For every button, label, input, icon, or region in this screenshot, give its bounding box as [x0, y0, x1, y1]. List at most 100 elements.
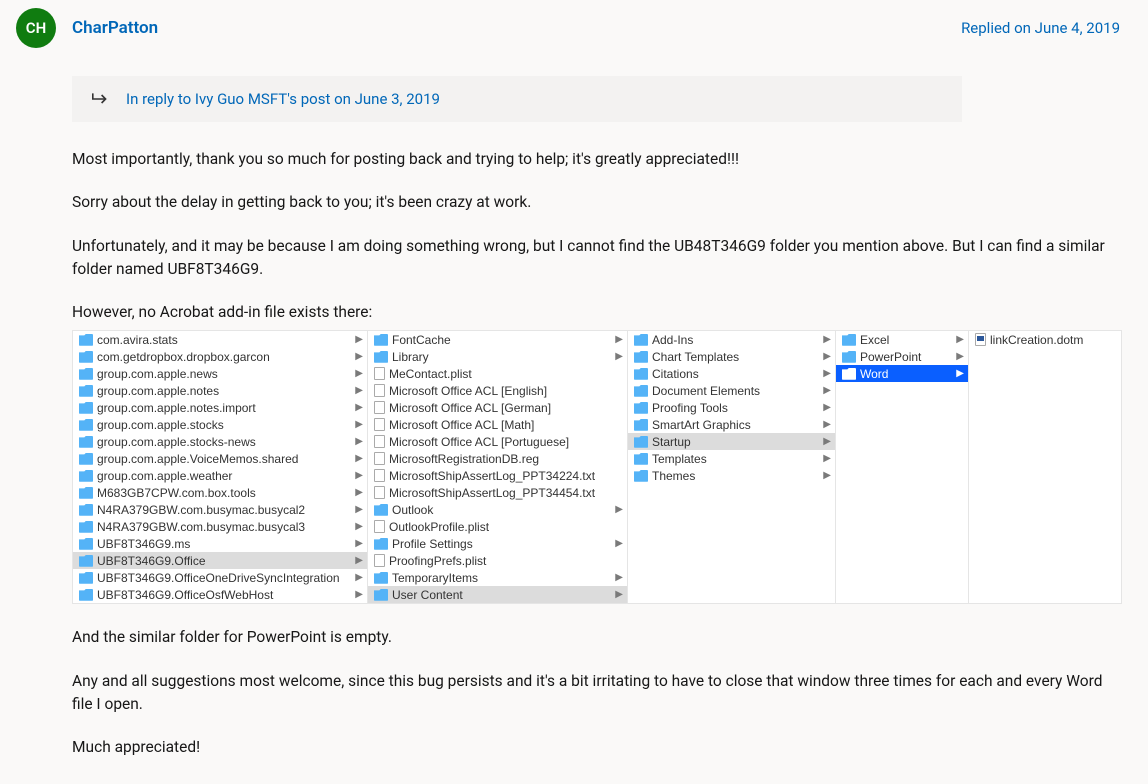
chevron-right-icon: ▶ [355, 351, 363, 362]
in-reply-to-link[interactable]: In reply to Ivy Guo MSFT's post on June … [126, 90, 440, 108]
finder-folder-row[interactable]: FontCache▶ [368, 331, 627, 348]
folder-icon [79, 555, 93, 567]
reply-arrow-icon [90, 91, 110, 107]
chevron-right-icon: ▶ [615, 572, 623, 583]
folder-icon [634, 334, 648, 346]
folder-icon [634, 470, 648, 482]
finder-folder-row[interactable]: Library▶ [368, 348, 627, 365]
folder-icon [79, 334, 93, 346]
finder-file-row[interactable]: linkCreation.dotm [969, 331, 1121, 348]
finder-folder-row[interactable]: group.com.apple.weather▶ [73, 467, 367, 484]
finder-folder-row[interactable]: User Content▶ [368, 586, 627, 603]
item-name: Library [392, 350, 615, 364]
item-name: N4RA379GBW.com.busymac.busycal2 [97, 503, 355, 517]
finder-folder-row[interactable]: N4RA379GBW.com.busymac.busycal2▶ [73, 501, 367, 518]
folder-icon [634, 453, 648, 465]
item-name: MicrosoftShipAssertLog_PPT34224.txt [389, 469, 623, 483]
item-name: PowerPoint [860, 350, 956, 364]
item-name: SmartArt Graphics [652, 418, 823, 432]
finder-file-row[interactable]: Microsoft Office ACL [German] [368, 399, 627, 416]
finder-folder-row[interactable]: Document Elements▶ [628, 382, 835, 399]
item-name: Document Elements [652, 384, 823, 398]
item-name: Excel [860, 333, 956, 347]
finder-folder-row[interactable]: Templates▶ [628, 450, 835, 467]
finder-folder-row[interactable]: Outlook▶ [368, 501, 627, 518]
finder-folder-row[interactable]: Chart Templates▶ [628, 348, 835, 365]
finder-folder-row[interactable]: UBF8T346G9.ms▶ [73, 535, 367, 552]
finder-folder-row[interactable]: group.com.apple.stocks▶ [73, 416, 367, 433]
finder-folder-row[interactable]: Profile Settings▶ [368, 535, 627, 552]
folder-icon [79, 538, 93, 550]
folder-icon [79, 589, 93, 601]
finder-folder-row[interactable]: Themes▶ [628, 467, 835, 484]
forum-reply-post: CH CharPatton Replied on June 4, 2019 In… [0, 0, 1148, 771]
finder-file-row[interactable]: Microsoft Office ACL [Math] [368, 416, 627, 433]
finder-folder-row[interactable]: PowerPoint▶ [836, 348, 968, 365]
finder-folder-row[interactable]: com.getdropbox.dropbox.garcon▶ [73, 348, 367, 365]
finder-file-row[interactable]: MicrosoftRegistrationDB.reg [368, 450, 627, 467]
item-name: TemporaryItems [392, 571, 615, 585]
finder-folder-row[interactable]: Add-Ins▶ [628, 331, 835, 348]
item-name: group.com.apple.stocks [97, 418, 355, 432]
item-name: group.com.apple.news [97, 367, 355, 381]
folder-icon [79, 572, 93, 584]
finder-folder-row[interactable]: com.avira.stats▶ [73, 331, 367, 348]
chevron-right-icon: ▶ [355, 419, 363, 430]
item-name: Outlook [392, 503, 615, 517]
item-name: User Content [392, 588, 615, 602]
item-name: linkCreation.dotm [990, 333, 1117, 347]
chevron-right-icon: ▶ [823, 402, 831, 413]
item-name: ProofingPrefs.plist [389, 554, 623, 568]
item-name: group.com.apple.notes [97, 384, 355, 398]
finder-folder-row[interactable]: group.com.apple.stocks-news▶ [73, 433, 367, 450]
finder-folder-row[interactable]: group.com.apple.notes▶ [73, 382, 367, 399]
finder-folder-row[interactable]: group.com.apple.VoiceMemos.shared▶ [73, 450, 367, 467]
finder-folder-row[interactable]: Excel▶ [836, 331, 968, 348]
folder-icon [79, 521, 93, 533]
in-reply-to-bar[interactable]: In reply to Ivy Guo MSFT's post on June … [72, 76, 962, 122]
finder-file-row[interactable]: MicrosoftShipAssertLog_PPT34454.txt [368, 484, 627, 501]
item-name: com.getdropbox.dropbox.garcon [97, 350, 355, 364]
finder-file-row[interactable]: ProofingPrefs.plist [368, 552, 627, 569]
folder-icon [634, 419, 648, 431]
item-name: Add-Ins [652, 333, 823, 347]
folder-icon [79, 504, 93, 516]
finder-file-row[interactable]: MicrosoftShipAssertLog_PPT34224.txt [368, 467, 627, 484]
file-icon [374, 435, 385, 448]
finder-folder-row[interactable]: UBF8T346G9.OfficeOsfWebHost▶ [73, 586, 367, 603]
finder-folder-row[interactable]: SmartArt Graphics▶ [628, 416, 835, 433]
finder-folder-row[interactable]: TemporaryItems▶ [368, 569, 627, 586]
finder-column-5: linkCreation.dotm [969, 331, 1121, 603]
avatar[interactable]: CH [16, 8, 56, 48]
folder-icon [634, 436, 648, 448]
chevron-right-icon: ▶ [615, 504, 623, 515]
finder-folder-row[interactable]: M683GB7CPW.com.box.tools▶ [73, 484, 367, 501]
item-name: UBF8T346G9.OfficeOneDriveSyncIntegration [97, 571, 355, 585]
finder-folder-row[interactable]: UBF8T346G9.Office▶ [73, 552, 367, 569]
body-paragraph: However, no Acrobat add-in file exists t… [72, 301, 1120, 324]
item-name: group.com.apple.weather [97, 469, 355, 483]
finder-file-row[interactable]: OutlookProfile.plist [368, 518, 627, 535]
chevron-right-icon: ▶ [355, 538, 363, 549]
finder-folder-row[interactable]: group.com.apple.news▶ [73, 365, 367, 382]
finder-folder-row[interactable]: group.com.apple.notes.import▶ [73, 399, 367, 416]
finder-file-row[interactable]: Microsoft Office ACL [Portuguese] [368, 433, 627, 450]
author-link[interactable]: CharPatton [72, 18, 158, 38]
finder-folder-row[interactable]: UBF8T346G9.OfficeOneDriveSyncIntegration… [73, 569, 367, 586]
finder-folder-row[interactable]: Word▶ [836, 365, 968, 382]
finder-folder-row[interactable]: N4RA379GBW.com.busymac.busycal3▶ [73, 518, 367, 535]
body-paragraph: And the similar folder for PowerPoint is… [72, 626, 1120, 649]
finder-folder-row[interactable]: Proofing Tools▶ [628, 399, 835, 416]
finder-folder-row[interactable]: Startup▶ [628, 433, 835, 450]
item-name: Microsoft Office ACL [German] [389, 401, 623, 415]
folder-icon [374, 334, 388, 346]
finder-folder-row[interactable]: Citations▶ [628, 365, 835, 382]
item-name: UBF8T346G9.Office [97, 554, 355, 568]
finder-file-row[interactable]: Microsoft Office ACL [English] [368, 382, 627, 399]
item-name: Microsoft Office ACL [Math] [389, 418, 623, 432]
chevron-right-icon: ▶ [355, 453, 363, 464]
folder-icon [374, 351, 388, 363]
chevron-right-icon: ▶ [355, 470, 363, 481]
finder-file-row[interactable]: MeContact.plist [368, 365, 627, 382]
file-icon [374, 384, 385, 397]
